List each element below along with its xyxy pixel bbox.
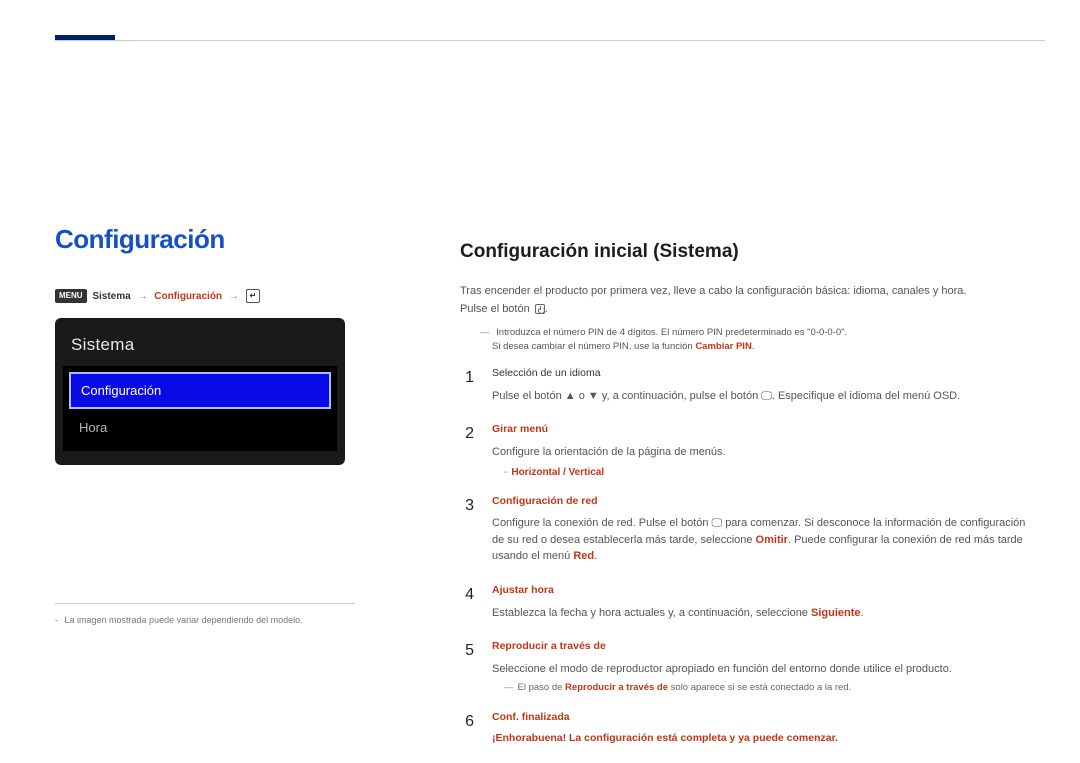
step-number: 1 [460,366,474,408]
step-row: 3 Configuración de red Configure la conexi… [460,494,1040,569]
step-final-text: ¡Enhorabuena! La configuración está comp… [492,731,1040,747]
step-sub-bullet: -Horizontal / Vertical [504,465,1040,480]
step-sub-note: ―El paso de Reproducir a través de solo … [504,681,1040,695]
left-column: Configuración MENU Sistema → Configuraci… [55,220,385,465]
pin-note-block: ― Introduzca el número PIN de 4 dígitos.… [480,326,1040,355]
menu-glyph: MENU [55,289,87,303]
caption-text: La imagen mostrada puede variar dependie… [65,615,303,625]
step-text: Configure la orientación de la página de… [492,444,1040,461]
menu-item-hora[interactable]: Hora [69,411,331,445]
intro-line2-text: Pulse el botón [460,303,530,315]
panel-body: Configuración Hora [63,366,337,451]
step-body: Conf. finalizada ¡Enhorabuena! La configu… [492,710,1040,748]
step-row: 6 Conf. finalizada ¡Enhorabuena! La config… [460,710,1040,748]
step-heading: Girar menú [492,422,1040,438]
step-heading: Ajustar hora [492,583,1040,599]
menu-item-configuracion[interactable]: Configuración [69,372,331,410]
caption-rule [55,603,355,604]
breadcrumb-config: Configuración [154,291,222,302]
step-heading: Selección de un idioma [492,366,1040,382]
step-body: Reproducir a través de Seleccione el modo… [492,639,1040,696]
step-text: Seleccione el modo de reproductor apropi… [492,661,1040,678]
step-body: Girar menú Configure la orientación de la… [492,422,1040,479]
intro-line1: Tras encender el producto por primera ve… [460,283,1040,300]
pin-note2-red: Cambiar PIN [695,341,752,352]
header-rule [55,40,1045,41]
step-number: 5 [460,639,474,696]
bullet-icon: ― [480,327,490,338]
breadcrumb-arrow-1: → [137,291,147,302]
step-heading: Configuración de red [492,494,1040,510]
right-title: Configuración inicial (Sistema) [460,238,1040,267]
step-row: 2 Girar menú Configure la orientación de l… [460,422,1040,479]
step-heading: Reproducir a través de [492,639,1040,655]
pin-note1: Introduzca el número PIN de 4 dígitos. E… [496,327,847,338]
step-body: Ajustar hora Establezca la fecha y hora a… [492,583,1040,625]
power-icon [535,304,545,314]
step-text: Configure la conexión de red. Pulse el b… [492,515,1040,565]
step-number: 4 [460,583,474,625]
intro-line2: Pulse el botón . [460,301,1040,318]
caption-dash: - [55,615,58,625]
step-text: Pulse el botón ▲ o ▼ y, a continuación, … [492,388,1040,405]
step-body: Selección de un idioma Pulse el botón ▲ o… [492,366,1040,408]
enter-glyph: ↵ [246,289,261,303]
panel-title: Sistema [63,328,337,366]
breadcrumb: MENU Sistema → Configuración → ↵ [55,289,385,304]
step-row: 4 Ajustar hora Establezca la fecha y hora … [460,583,1040,625]
right-column: Configuración inicial (Sistema) Tras enc… [460,238,1040,761]
step-heading: Conf. finalizada [492,710,1040,726]
image-caption: - La imagen mostrada puede variar depend… [55,614,303,628]
step-text: Establezca la fecha y hora actuales y, a… [492,605,1040,622]
step-row: 1 Selección de un idioma Pulse el botón ▲ … [460,366,1040,408]
steps-list: 1 Selección de un idioma Pulse el botón ▲ … [460,366,1040,747]
system-panel: Sistema Configuración Hora [55,318,345,465]
step-number: 2 [460,422,474,479]
step-number: 3 [460,494,474,569]
pin-note2: Si desea cambiar el número PIN, use la f… [492,341,754,352]
step-number: 6 [460,710,474,748]
breadcrumb-system: Sistema [92,291,130,302]
page-title: Configuración [55,220,385,259]
step-row: 5 Reproducir a través de Seleccione el mod… [460,639,1040,696]
step-body: Configuración de red Configure la conexió… [492,494,1040,569]
breadcrumb-arrow-2: → [229,291,239,302]
